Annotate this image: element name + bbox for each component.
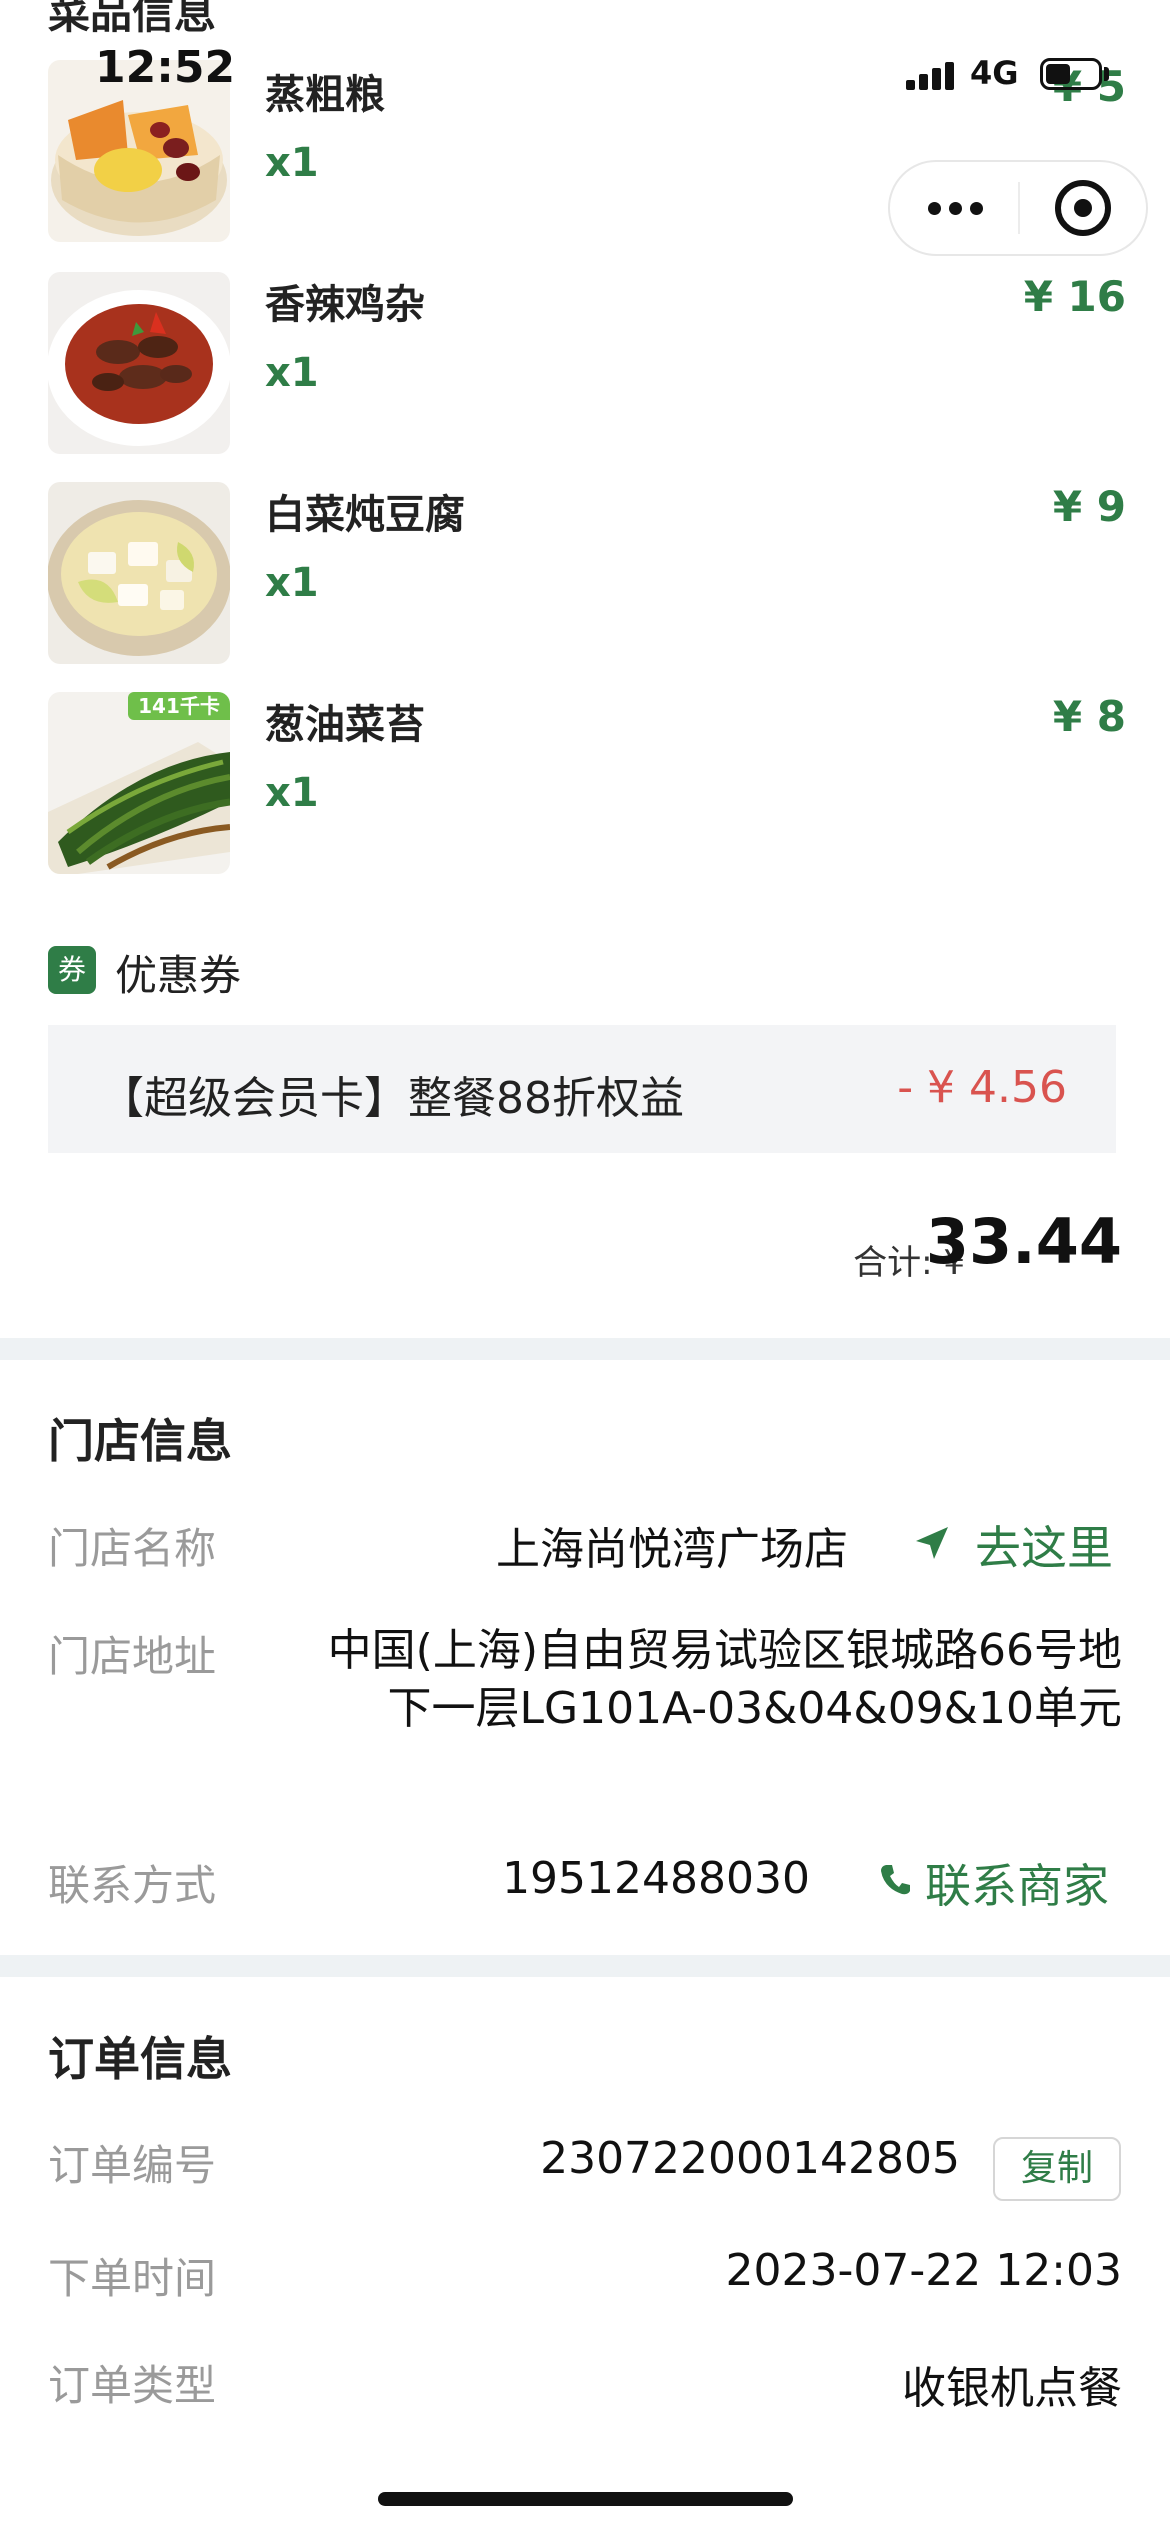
close-miniprogram-icon[interactable] xyxy=(1055,180,1111,236)
dish-name: 香辣鸡杂 xyxy=(265,282,425,328)
order-number: 230722000142805 xyxy=(540,2133,960,2184)
dish-image-spicy-chicken-giblets xyxy=(48,272,230,454)
dish-quantity: x1 xyxy=(265,140,319,186)
contact-merchant-link[interactable]: 联系商家 xyxy=(925,1850,1109,1916)
coupon-discount: - ¥ 4.56 xyxy=(897,1062,1067,1113)
section-divider xyxy=(0,1338,1170,1360)
order-number-label: 订单编号 xyxy=(48,2141,217,2190)
dishes-section-title: 菜品信息 xyxy=(48,0,217,38)
more-icon[interactable] xyxy=(928,190,984,226)
dish-price: ¥ 9 xyxy=(1052,482,1126,531)
order-type: 收银机点餐 xyxy=(902,2363,1122,2414)
order-time: 2023-07-22 12:03 xyxy=(725,2245,1123,2296)
coupon-title: 优惠券 xyxy=(115,951,242,1000)
order-type-label: 订单类型 xyxy=(48,2361,217,2410)
capsule-divider xyxy=(1018,182,1020,234)
navigate-icon[interactable] xyxy=(912,1523,952,1563)
dish-quantity: x1 xyxy=(265,770,319,816)
phone-icon[interactable] xyxy=(878,1862,912,1896)
dish-image-scallion-oil-greens: 141千卡 xyxy=(48,692,230,874)
dish-price: ¥ 16 xyxy=(1023,272,1126,321)
total-amount: 33.44 xyxy=(925,1205,1122,1278)
battery-icon xyxy=(1040,58,1102,90)
battery-tip xyxy=(1104,67,1109,81)
network-type: 4G xyxy=(970,54,1019,92)
home-indicator xyxy=(378,2492,793,2506)
store-name: 上海尚悦湾广场店 xyxy=(496,1524,848,1575)
store-name-label: 门店名称 xyxy=(48,1524,217,1573)
order-time-label: 下单时间 xyxy=(48,2254,217,2303)
coupon-name: 【超级会员卡】整餐88折权益 xyxy=(100,1073,684,1124)
coupon-icon: 券 xyxy=(48,946,96,994)
status-time: 12:52 xyxy=(95,42,236,93)
dish-name: 白菜炖豆腐 xyxy=(265,492,465,538)
order-section-title: 订单信息 xyxy=(48,2032,232,2086)
contact-label: 联系方式 xyxy=(48,1861,217,1910)
navigate-link[interactable]: 去这里 xyxy=(975,1512,1113,1578)
store-section-title: 门店信息 xyxy=(48,1414,232,1468)
dish-image-cabbage-tofu-stew xyxy=(48,482,230,664)
calorie-tag: 141千卡 xyxy=(128,692,230,720)
dish-quantity: x1 xyxy=(265,560,319,606)
dish-price: ¥ 8 xyxy=(1052,692,1126,741)
store-address-label: 门店地址 xyxy=(48,1632,217,1681)
dish-name: 葱油菜苔 xyxy=(265,702,425,748)
dish-quantity: x1 xyxy=(265,350,319,396)
copy-button[interactable]: 复制 xyxy=(993,2137,1121,2201)
signal-icon xyxy=(906,62,956,90)
dish-name: 蒸粗粮 xyxy=(265,72,385,118)
contact-phone: 19512488030 xyxy=(502,1853,810,1904)
section-divider xyxy=(0,1955,1170,1977)
store-address: 中国(上海)自由贸易试验区银城路66号地下一层LG101A-03&04&09&1… xyxy=(327,1625,1122,1734)
